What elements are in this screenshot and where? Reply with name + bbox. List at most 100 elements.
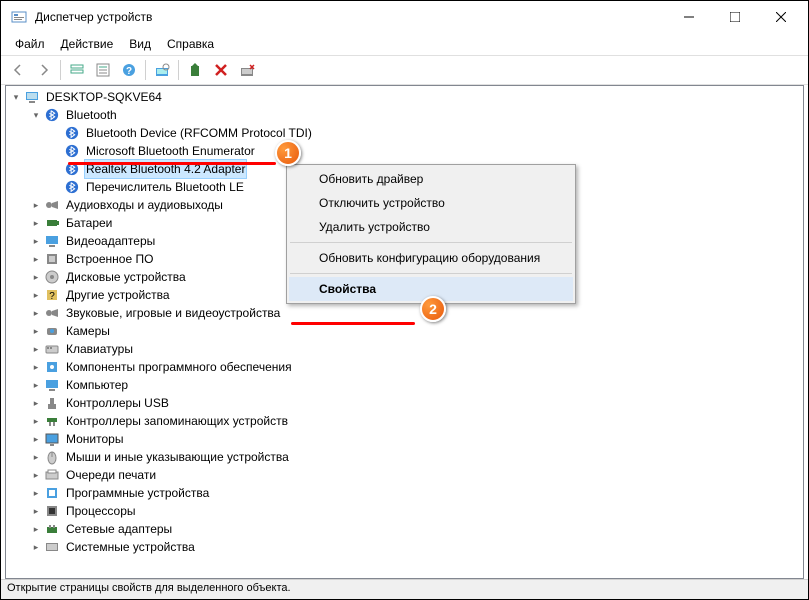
tree-category[interactable]: ▸ Процессоры — [6, 502, 803, 520]
expander-icon[interactable]: ▸ — [30, 469, 42, 481]
expander-icon[interactable]: ▸ — [30, 433, 42, 445]
category-icon — [44, 215, 60, 231]
uninstall-button[interactable] — [209, 58, 233, 82]
category-icon — [44, 539, 60, 555]
highlight-line-2 — [291, 322, 415, 325]
expander-icon[interactable]: ▸ — [30, 523, 42, 535]
node-label: Bluetooth — [64, 106, 119, 124]
node-label: Программные устройства — [64, 484, 211, 502]
tree-category[interactable]: ▸ Программные устройства — [6, 484, 803, 502]
node-label: Сетевые адаптеры — [64, 520, 174, 538]
ctx-uninstall-device[interactable]: Удалить устройство — [289, 215, 573, 239]
maximize-button[interactable] — [712, 2, 758, 32]
expander-icon[interactable]: ▸ — [30, 307, 42, 319]
tree-category[interactable]: ▸ Очереди печати — [6, 466, 803, 484]
expander-icon[interactable]: ▸ — [30, 379, 42, 391]
node-label: Другие устройства — [64, 286, 172, 304]
node-label: Microsoft Bluetooth Enumerator — [84, 142, 257, 160]
tree-category[interactable]: ▸ Контроллеры USB — [6, 394, 803, 412]
node-label: Bluetooth Device (RFCOMM Protocol TDI) — [84, 124, 314, 142]
tree-category[interactable]: ▸ Контроллеры запоминающих устройств — [6, 412, 803, 430]
tree-category[interactable]: ▸ Системные устройства — [6, 538, 803, 556]
expander-icon[interactable]: ▸ — [30, 505, 42, 517]
svg-text:?: ? — [126, 66, 132, 77]
node-label: Дисковые устройства — [64, 268, 188, 286]
node-label: Перечислитель Bluetooth LE — [84, 178, 246, 196]
node-label: DESKTOP-SQKVE64 — [44, 88, 164, 106]
expander-icon[interactable]: ▸ — [30, 199, 42, 211]
expander-icon[interactable]: ▾ — [30, 109, 42, 121]
node-label: Клавиатуры — [64, 340, 135, 358]
node-label: Мониторы — [64, 430, 125, 448]
ctx-disable-device[interactable]: Отключить устройство — [289, 191, 573, 215]
category-icon: ? — [44, 287, 60, 303]
category-icon — [44, 269, 60, 285]
node-label: Мыши и иные указывающие устройства — [64, 448, 291, 466]
menu-action[interactable]: Действие — [53, 35, 122, 53]
menubar: Файл Действие Вид Справка — [1, 33, 808, 55]
expander-icon[interactable]: ▾ — [10, 91, 22, 103]
tree-category[interactable]: ▸ Компьютер — [6, 376, 803, 394]
expander-icon[interactable]: ▸ — [30, 397, 42, 409]
expander-icon[interactable]: ▸ — [30, 487, 42, 499]
back-button[interactable] — [6, 58, 30, 82]
node-label: Системные устройства — [64, 538, 197, 556]
show-all-button[interactable] — [65, 58, 89, 82]
tree-category[interactable]: ▸ Мониторы — [6, 430, 803, 448]
tree-category[interactable]: ▸ Звуковые, игровые и видеоустройства — [6, 304, 803, 322]
app-icon — [11, 9, 27, 25]
category-icon — [44, 305, 60, 321]
category-icon — [44, 197, 60, 213]
close-button[interactable] — [758, 2, 804, 32]
expander-icon[interactable]: ▸ — [30, 361, 42, 373]
statusbar: Открытие страницы свойств для выделенног… — [1, 579, 808, 599]
tree-bt-device[interactable]: Bluetooth Device (RFCOMM Protocol TDI) — [6, 124, 803, 142]
category-icon — [44, 413, 60, 429]
forward-button[interactable] — [32, 58, 56, 82]
menu-view[interactable]: Вид — [121, 35, 159, 53]
minimize-button[interactable] — [666, 2, 712, 32]
tree-category[interactable]: ▸ Компоненты программного обеспечения — [6, 358, 803, 376]
tree-category[interactable]: ▸ Сетевые адаптеры — [6, 520, 803, 538]
expander-icon[interactable]: ▸ — [30, 451, 42, 463]
ctx-update-driver[interactable]: Обновить драйвер — [289, 167, 573, 191]
ctx-scan-hardware[interactable]: Обновить конфигурацию оборудования — [289, 246, 573, 270]
expander-icon[interactable]: ▸ — [30, 235, 42, 247]
expander-icon[interactable]: ▸ — [30, 343, 42, 355]
menu-file[interactable]: Файл — [7, 35, 53, 53]
expander-icon[interactable]: ▸ — [30, 217, 42, 229]
properties-button[interactable] — [91, 58, 115, 82]
node-label: Контроллеры запоминающих устройств — [64, 412, 290, 430]
bluetooth-icon — [64, 179, 80, 195]
window-title: Диспетчер устройств — [33, 10, 666, 24]
expander-icon[interactable]: ▸ — [30, 541, 42, 553]
expander-icon[interactable]: ▸ — [30, 253, 42, 265]
expander-icon[interactable]: ▸ — [30, 271, 42, 283]
tree-root[interactable]: ▾ DESKTOP-SQKVE64 — [6, 88, 803, 106]
category-icon — [44, 323, 60, 339]
category-icon — [44, 341, 60, 357]
tree-category[interactable]: ▸ Клавиатуры — [6, 340, 803, 358]
expander-icon[interactable]: ▸ — [30, 415, 42, 427]
expander-icon[interactable]: ▸ — [30, 289, 42, 301]
category-icon — [44, 233, 60, 249]
tree-bt-device[interactable]: Microsoft Bluetooth Enumerator — [6, 142, 803, 160]
node-label: Контроллеры USB — [64, 394, 171, 412]
scan-button[interactable] — [150, 58, 174, 82]
menu-help[interactable]: Справка — [159, 35, 222, 53]
computer-icon — [24, 89, 40, 105]
expander-icon[interactable]: ▸ — [30, 325, 42, 337]
update-driver-button[interactable] — [183, 58, 207, 82]
titlebar: Диспетчер устройств — [1, 1, 808, 33]
device-tree-panel: ▾ DESKTOP-SQKVE64 ▾ Bluetooth Bluetooth … — [5, 85, 804, 579]
tree-bluetooth[interactable]: ▾ Bluetooth — [6, 106, 803, 124]
node-label: Процессоры — [64, 502, 138, 520]
disable-button[interactable] — [235, 58, 259, 82]
category-icon — [44, 503, 60, 519]
category-icon — [44, 359, 60, 375]
bluetooth-icon — [44, 107, 60, 123]
tree-category[interactable]: ▸ Мыши и иные указывающие устройства — [6, 448, 803, 466]
help-button[interactable]: ? — [117, 58, 141, 82]
node-label: Компьютер — [64, 376, 130, 394]
node-label: Батареи — [64, 214, 114, 232]
